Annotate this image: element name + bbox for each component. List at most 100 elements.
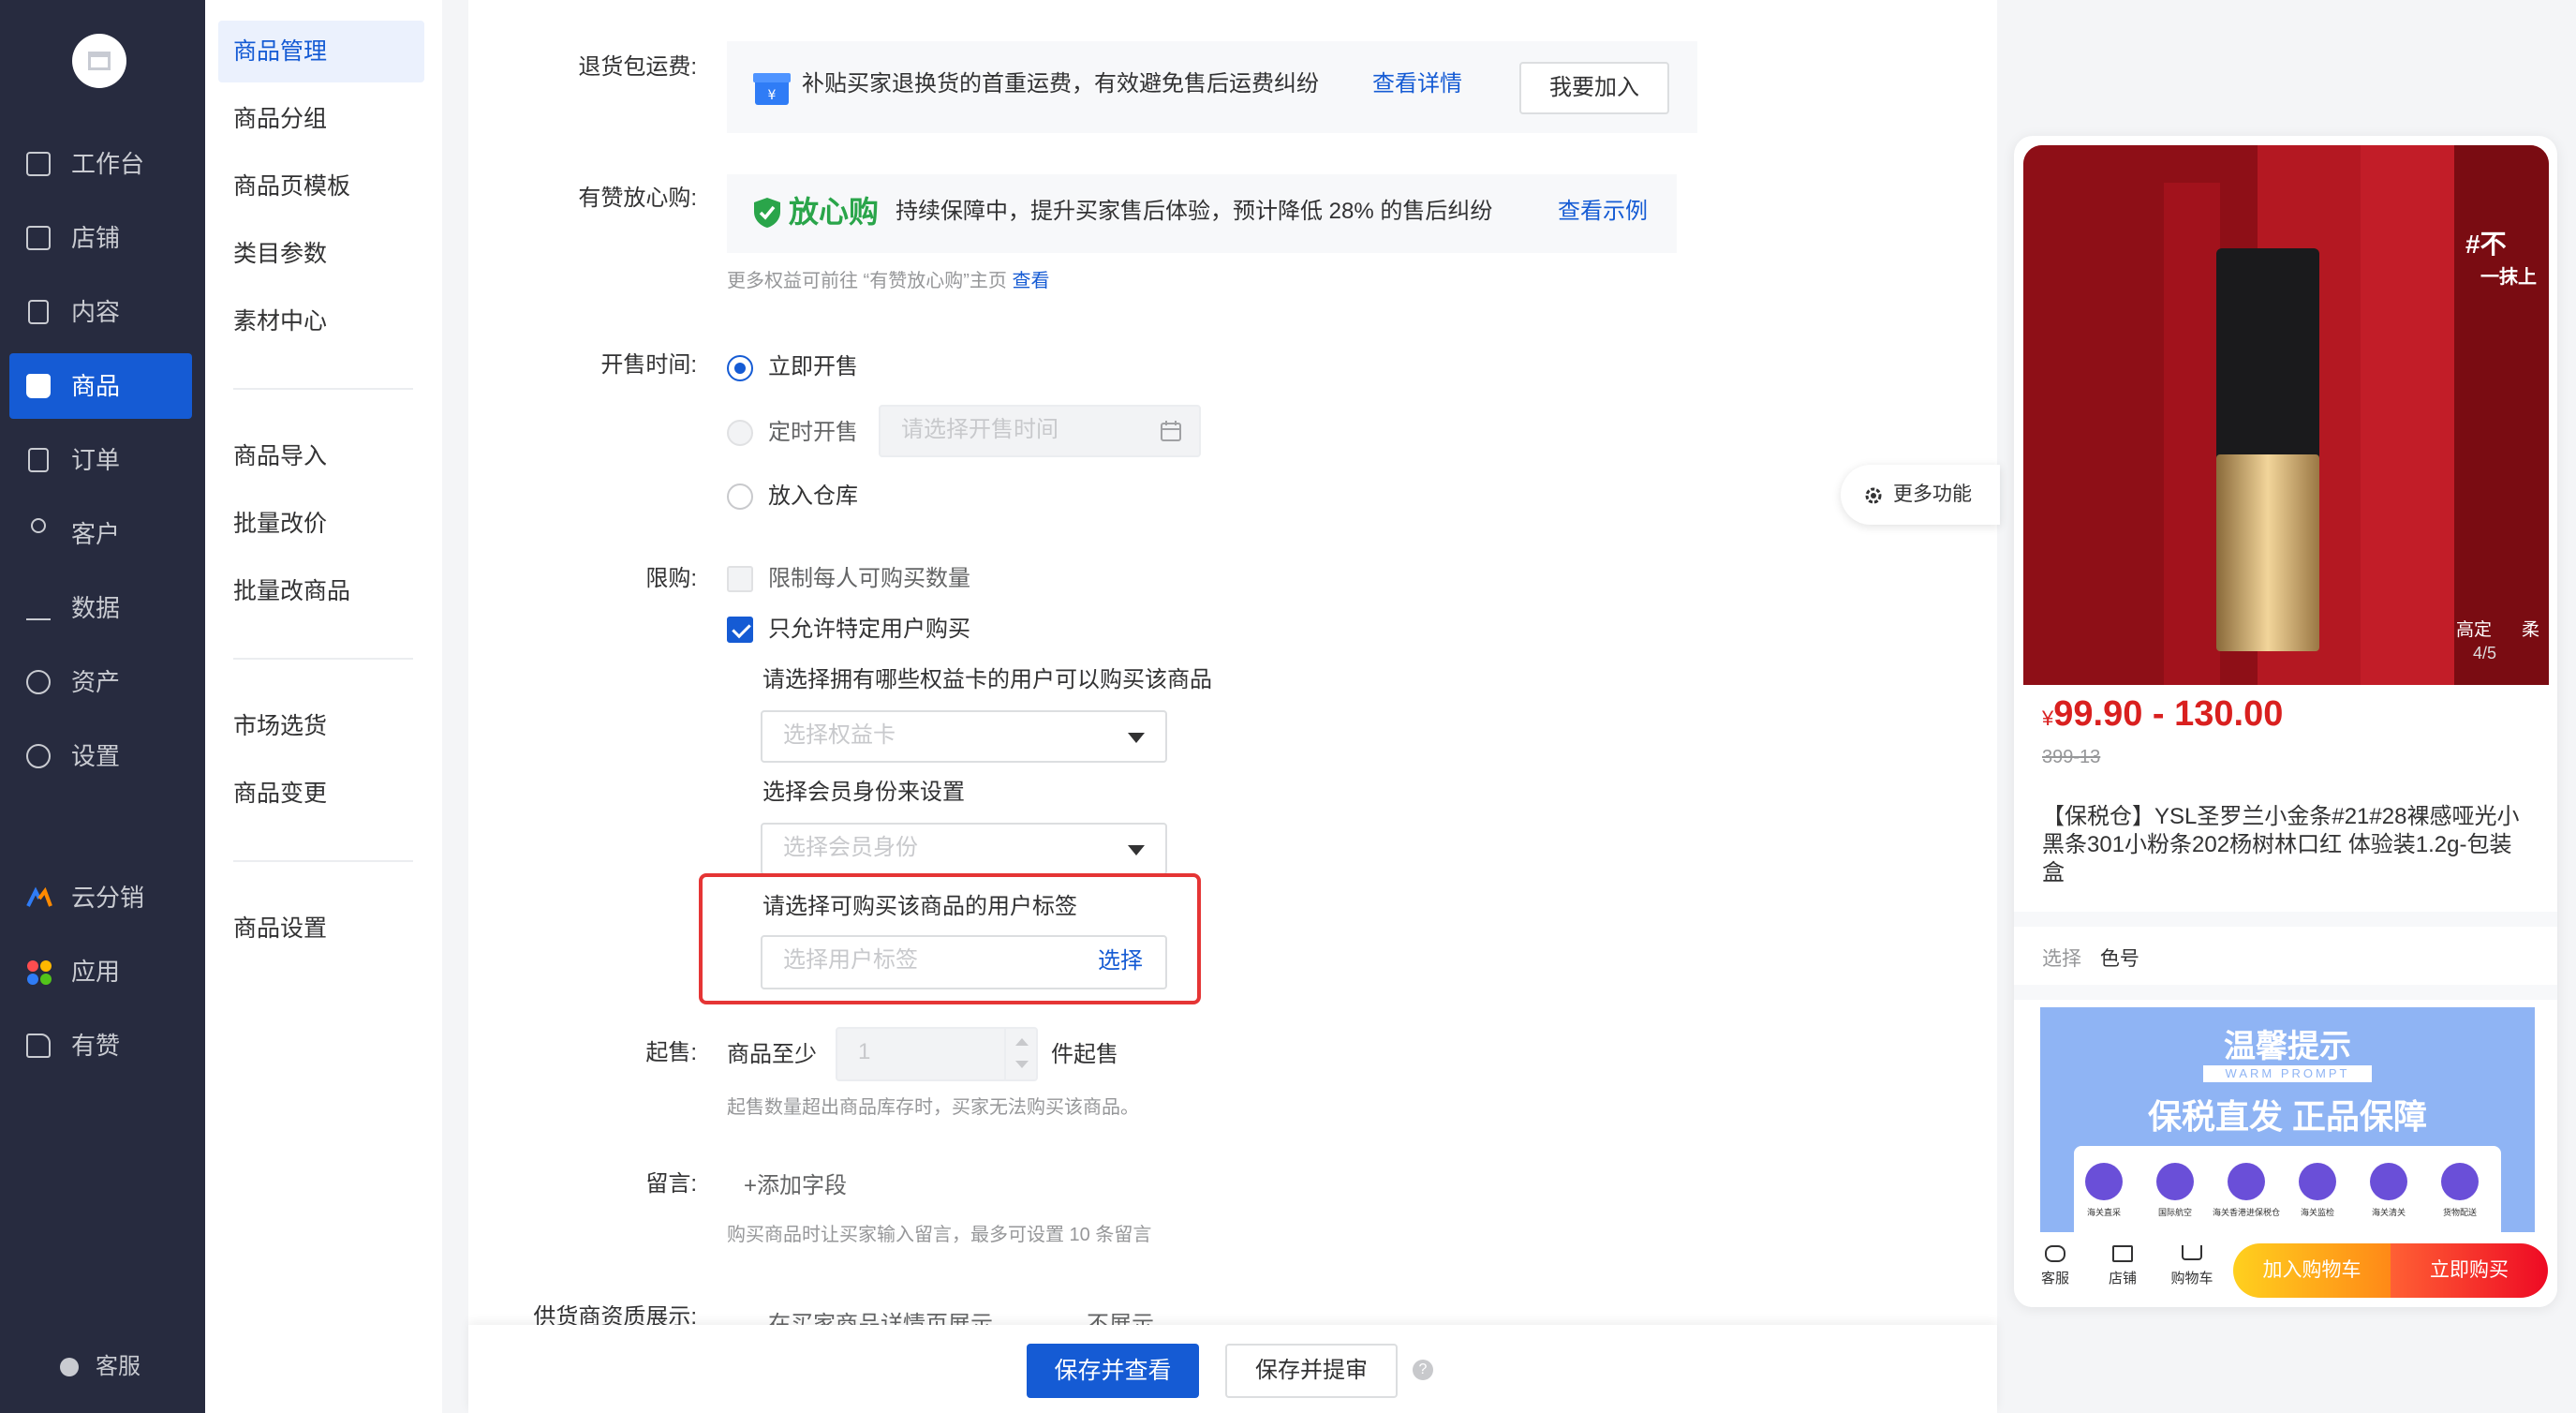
subnav-market-select[interactable]: 市场选货 [218,695,424,757]
worry-free-example-link[interactable]: 查看示例 [1558,197,1648,227]
photo-overlay-text: 柔 [2522,620,2540,640]
clearance-icon [2370,1163,2407,1200]
nav-item-label: 工作台 [71,150,145,178]
add-field-button[interactable]: +添加字段 [744,1171,847,1201]
member-identity-select[interactable]: 选择会员身份 [761,823,1167,875]
radio-scheduled-sale[interactable] [727,420,753,446]
svg-text:¥: ¥ [768,88,777,103]
nav-item-label: 应用 [71,958,121,986]
nav-item-orders[interactable]: 订单 [9,427,192,493]
message-hint: 购买商品时让买家输入留言，最多可设置 10 条留言 [727,1225,1152,1245]
min-sale-hint: 起售数量超出商品库存时，买家无法购买该商品。 [727,1097,1139,1118]
goods-photo[interactable]: #不 一抹上 高定 柔 4/5 [2023,145,2549,685]
min-sale-stepper[interactable]: 1 [836,1027,1038,1081]
chevron-down-icon [1128,845,1145,855]
worry-free-brand: 放心购 [789,195,880,229]
sku-select-row[interactable]: 选择 色号 [2042,944,2139,972]
radio-warehouse[interactable] [727,483,753,510]
photo-overlay-text: 高定 [2456,620,2493,640]
nav-item-shop[interactable]: 店铺 [9,205,192,271]
nav-item-label: 云分销 [71,884,145,912]
nav-item-cloud-distribution[interactable]: 云分销 [9,865,192,930]
benefit-card-prompt: 请选择拥有哪些权益卡的用户可以购买该商品 [762,667,1212,692]
goods-sub-nav: 商品管理 商品分组 商品页模板 类目参数 素材中心 商品导入 批量改价 批量改商… [205,0,442,1413]
return-shipping-label: 退货包运费: [578,54,697,80]
nav-item-youzan[interactable]: 有赞 [9,1013,192,1078]
save-and-review-button[interactable]: 保存并提审 [1225,1344,1398,1398]
min-sale-prefix: 商品至少 [727,1042,817,1067]
subnav-goods-import[interactable]: 商品导入 [218,425,424,487]
limit-per-person-label: 限制每人可购买数量 [768,566,970,591]
user-tag-input[interactable]: 选择用户标签 选择 [761,935,1167,989]
subnav-goods-manage[interactable]: 商品管理 [218,21,424,82]
return-shipping-desc: 补贴买家退换货的首重运费，有效避免售后运费纠纷 [802,71,1319,97]
apps-icon [26,959,52,985]
nav-item-label: 设置 [71,742,121,770]
save-and-view-button[interactable]: 保存并查看 [1027,1344,1199,1398]
subnav-batch-edit[interactable]: 批量改商品 [218,560,424,622]
nav-item-assets[interactable]: 资产 [9,649,192,715]
radio-warehouse-label: 放入仓库 [768,483,858,509]
worry-free-desc: 持续保障中，提升买家售后体验，预计降低 28% 的售后纠纷 [896,199,1493,224]
buy-now-button[interactable]: 立即购买 [2391,1243,2548,1298]
checkbox-limit-per-person[interactable] [727,566,753,592]
main-nav: 工作台 店铺 内容 商品 订单 客户 数据 资产 设置 云分销 应用 有赞 客服 [0,0,205,1413]
shop-icon [2112,1245,2133,1262]
nav-item-goods[interactable]: 商品 [9,353,192,419]
banner-step-label: 海关香港进保税仓 [2212,1208,2280,1217]
radio-sale-now-label: 立即开售 [768,354,858,379]
gift-box-icon: ¥ [753,73,791,105]
stepper-arrows [1004,1029,1036,1079]
subnav-goods-settings[interactable]: 商品设置 [218,898,424,959]
preview-kefu-button[interactable]: 客服 [2027,1242,2083,1298]
nav-item-customers[interactable]: 客户 [9,501,192,567]
nav-item-label: 资产 [71,668,121,696]
goods-preview-phone: #不 一抹上 高定 柔 4/5 ¥99.90 - 130.00 399-13 【… [2014,136,2557,1307]
more-functions-button[interactable]: 更多功能 [1841,465,2000,525]
help-icon[interactable]: ? [1413,1360,1433,1380]
checkbox-specific-users[interactable] [727,617,753,643]
photo-door-panel [2164,183,2220,685]
user-tag-select-button[interactable]: 选择 [1098,937,1143,986]
preview-shop-button[interactable]: 店铺 [2095,1242,2151,1298]
chevron-up-icon[interactable] [1015,1038,1029,1046]
worry-free-view-link[interactable]: 查看 [1012,271,1049,291]
nav-item-label: 订单 [71,446,121,474]
preview-cart-button[interactable]: 购物车 [2162,1242,2222,1298]
nav-item-apps[interactable]: 应用 [9,939,192,1004]
radio-sale-now[interactable] [727,355,753,381]
add-to-cart-button[interactable]: 加入购物车 [2233,1243,2391,1298]
thumb-up-icon [26,1034,51,1058]
subnav-category-params[interactable]: 类目参数 [218,223,424,285]
subnav-goods-change[interactable]: 商品变更 [218,763,424,825]
subnav-page-template[interactable]: 商品页模板 [218,156,424,217]
globe-icon [2156,1163,2194,1200]
chevron-down-icon[interactable] [1015,1061,1029,1068]
nav-item-data[interactable]: 数据 [9,575,192,641]
benefit-card-select[interactable]: 选择权益卡 [761,710,1167,763]
bar-chart-icon [26,596,51,620]
delivery-icon [2441,1163,2479,1200]
banner-title: 温馨提示 [2224,1029,2351,1064]
bag-icon [26,374,51,398]
subnav-material-center[interactable]: 素材中心 [218,290,424,352]
chat-icon [2045,1245,2065,1262]
nav-item-label: 商品 [71,372,121,400]
nav-item-content[interactable]: 内容 [9,279,192,345]
banner-step-label: 海关直采 [2086,1208,2121,1217]
shield-check-icon [754,198,780,228]
store-logo[interactable] [72,34,126,88]
return-shipping-panel: ¥ 补贴买家退换货的首重运费，有效避免售后运费纠纷 查看详情 我要加入 [727,41,1697,133]
shop-icon [26,226,51,250]
subnav-goods-group[interactable]: 商品分组 [218,88,424,150]
nav-item-workbench[interactable]: 工作台 [9,131,192,197]
cart-icon [2182,1245,2202,1260]
nav-item-settings[interactable]: 设置 [9,723,192,789]
subnav-batch-price[interactable]: 批量改价 [218,493,424,555]
bottom-action-bar: 保存并查看 保存并提审 ? [468,1325,1997,1413]
return-shipping-detail-link[interactable]: 查看详情 [1372,69,1462,99]
sale-time-picker[interactable]: 请选择开售时间 [879,405,1201,457]
nav-item-label: 客户 [71,520,121,548]
message-label: 留言: [645,1171,697,1197]
join-button[interactable]: 我要加入 [1519,62,1669,114]
